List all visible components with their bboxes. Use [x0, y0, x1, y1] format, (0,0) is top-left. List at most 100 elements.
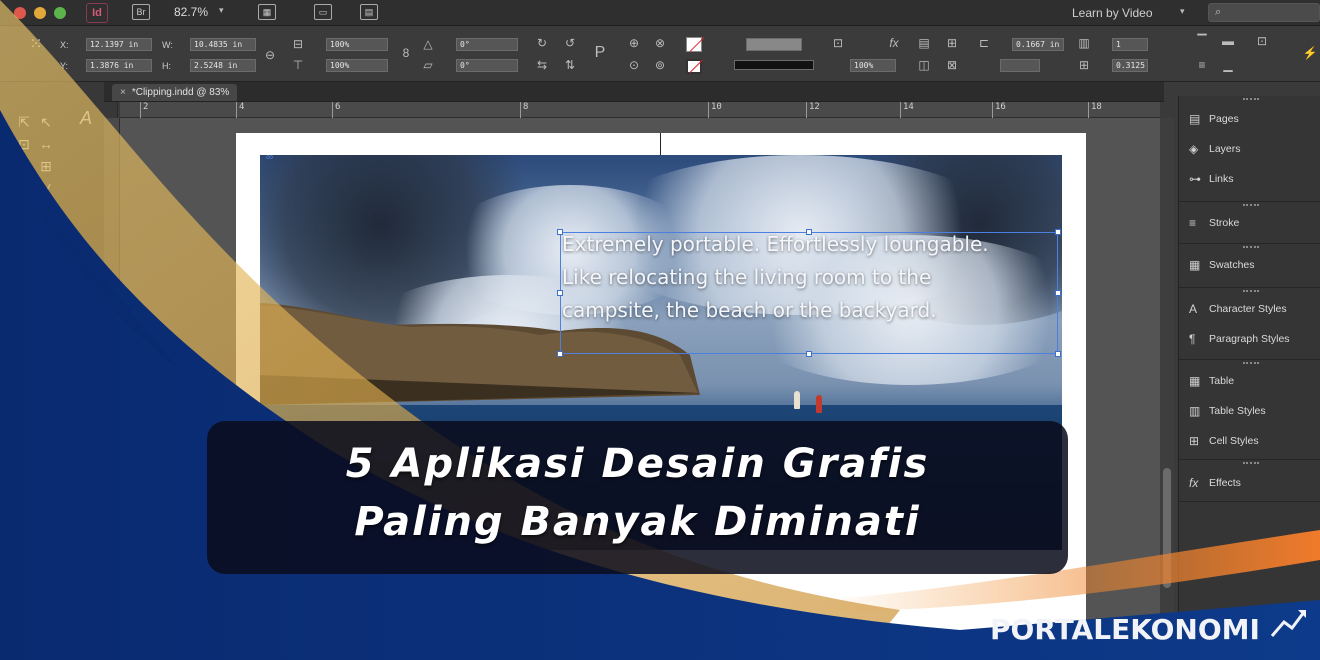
stroke-type-field[interactable] [734, 60, 814, 70]
shear-angle-field[interactable]: 0° [456, 59, 518, 72]
h-label: H: [162, 61, 171, 71]
minimize-window-button[interactable] [34, 7, 46, 19]
align-top-icon[interactable]: ▔ [1194, 34, 1210, 48]
workspace-dropdown-icon[interactable]: ▾ [1180, 6, 1185, 17]
headline-banner: 5 Aplikasi Desain Grafis Paling Banyak D… [207, 421, 1068, 574]
opacity-field[interactable]: 100% [850, 59, 896, 72]
cell-styles-icon: ⊞ [1189, 434, 1200, 448]
y-label: Y: [60, 61, 69, 71]
bridge-icon[interactable]: Br [132, 4, 150, 20]
screen-mode-icon[interactable]: ▭ [314, 4, 332, 20]
panel-pages[interactable]: ▤ Pages [1189, 110, 1239, 128]
scale-lock-icon[interactable]: 8 [398, 46, 414, 60]
panel-links[interactable]: ⊶ Links [1189, 170, 1234, 188]
brand-logo-text: PORTALEKONOMI [990, 613, 1260, 646]
person-figure [816, 395, 822, 413]
scrollbar-thumb[interactable] [1163, 468, 1171, 588]
fitting-icon[interactable]: ▤ [916, 36, 932, 50]
layers-icon: ◈ [1189, 142, 1199, 156]
fill-swatch[interactable] [686, 37, 705, 52]
stroke-weight-field[interactable] [746, 38, 802, 51]
panel-table[interactable]: ▦ Table [1189, 372, 1234, 390]
text-frame-bounds[interactable] [560, 232, 1058, 354]
workspace-menu[interactable]: Learn by Video [1072, 6, 1153, 20]
ruler-tick: 12 [806, 102, 820, 118]
panel-layers[interactable]: ◈ Layers [1189, 140, 1241, 158]
select-previous-icon[interactable]: ⊙ [626, 58, 642, 72]
help-search-input[interactable]: ⌕ [1208, 3, 1320, 22]
panel-table-styles[interactable]: ▥ Table Styles [1189, 402, 1266, 420]
panel-stroke[interactable]: ≡ Stroke [1189, 214, 1239, 232]
frame-handle[interactable] [557, 351, 563, 357]
horizontal-ruler[interactable]: 2 4 6 8 10 12 14 16 18 [120, 102, 1160, 118]
panel-paragraph-styles[interactable]: ¶ Paragraph Styles [1189, 330, 1290, 348]
vertical-justification-field[interactable] [1000, 59, 1040, 72]
columns-field[interactable]: 1 [1112, 38, 1148, 51]
pages-icon: ▤ [1189, 112, 1201, 126]
reference-point-icon[interactable]: ⁙ [28, 37, 44, 53]
zoom-dropdown-icon[interactable]: ▾ [219, 5, 224, 16]
inset-spacing-field[interactable]: 0.1667 in [1012, 38, 1064, 51]
ruler-tick: 10 [708, 102, 722, 118]
select-next-icon[interactable]: ⊚ [652, 58, 668, 72]
tools-panel: ↖ ⇱ ⊡ ↔ ⊞ A ╱ [0, 82, 118, 660]
quick-apply-icon[interactable]: ⚡ [1302, 46, 1318, 60]
align-justify-icon[interactable]: ≡ [1194, 58, 1210, 72]
zoom-level[interactable]: 82.7% [174, 5, 208, 19]
frame-handle[interactable] [1055, 229, 1061, 235]
rotate-clockwise-icon[interactable]: ↻ [534, 36, 550, 50]
rotate-counterclockwise-icon[interactable]: ↺ [562, 36, 578, 50]
rotate-angle-field[interactable]: 0° [456, 38, 518, 51]
frame-handle[interactable] [806, 229, 812, 235]
direct-selection-tool-icon[interactable]: ⇱ [14, 112, 34, 132]
frame-handle[interactable] [1055, 290, 1061, 296]
line-tool-icon[interactable]: ╱ [36, 182, 56, 202]
arrange-documents-icon[interactable]: ▤ [360, 4, 378, 20]
gap-tool-icon[interactable]: ↔ [36, 134, 56, 154]
link-chain-icon[interactable]: ∞ [266, 152, 273, 163]
auto-fit-icon[interactable]: ◫ [916, 58, 932, 72]
panel-swatches[interactable]: ▦ Swatches [1189, 256, 1255, 274]
text-wrap-icon[interactable]: ⊡ [830, 36, 846, 50]
scale-y-icon: ⊤ [292, 58, 304, 72]
center-content-icon[interactable]: ⊠ [944, 58, 960, 72]
selection-tool-icon[interactable]: ↖ [36, 112, 56, 132]
panel-effects[interactable]: fx Effects [1189, 474, 1241, 492]
page-tool-icon[interactable]: ⊡ [14, 134, 34, 154]
select-container-icon[interactable]: ⊕ [626, 36, 642, 50]
x-position-field[interactable]: 12.1397 in [86, 38, 152, 51]
transform-icon[interactable]: ⊡ [1254, 34, 1270, 48]
frame-handle[interactable] [557, 229, 563, 235]
view-options-icon[interactable]: ▦ [258, 4, 276, 20]
panel-character-styles[interactable]: A Character Styles [1189, 300, 1287, 318]
y-position-field[interactable]: 1.3876 in [86, 59, 152, 72]
type-tool-icon[interactable]: A [76, 108, 96, 128]
scale-x-field[interactable]: 100% [326, 38, 388, 51]
align-center-icon[interactable]: ▬ [1220, 34, 1236, 48]
close-window-button[interactable] [14, 7, 26, 19]
constrain-proportions-icon[interactable]: ⊖ [262, 48, 278, 62]
height-field[interactable]: 2.5248 in [190, 59, 256, 72]
flip-horizontal-icon[interactable]: ⇆ [534, 58, 550, 72]
flip-vertical-icon[interactable]: ⇅ [562, 58, 578, 72]
panel-label: Table [1209, 375, 1235, 387]
frame-handle[interactable] [1055, 351, 1061, 357]
align-bottom-icon[interactable]: ▁ [1220, 58, 1236, 72]
panel-cell-styles[interactable]: ⊞ Cell Styles [1189, 432, 1259, 450]
select-content-icon[interactable]: ⊗ [652, 36, 668, 50]
stroke-swatch[interactable] [686, 59, 703, 74]
width-field[interactable]: 10.4835 in [190, 38, 256, 51]
document-tab[interactable]: × *Clipping.indd @ 83% [112, 84, 238, 101]
zoom-window-button[interactable] [54, 7, 66, 19]
control-panel: ⁙ X: 12.1397 in Y: 1.3876 in W: 10.4835 … [0, 26, 1320, 82]
content-collector-icon[interactable]: ⊞ [36, 156, 56, 176]
vertical-ruler[interactable] [104, 118, 120, 660]
fit-content-icon[interactable]: ⊞ [944, 36, 960, 50]
frame-handle[interactable] [806, 351, 812, 357]
close-tab-icon[interactable]: × [120, 87, 126, 98]
vertical-scrollbar[interactable] [1160, 118, 1174, 660]
frame-handle[interactable] [557, 290, 563, 296]
scale-y-field[interactable]: 100% [326, 59, 388, 72]
gutter-field[interactable]: 0.3125 [1112, 59, 1148, 72]
fx-icon[interactable]: fx [886, 36, 902, 50]
